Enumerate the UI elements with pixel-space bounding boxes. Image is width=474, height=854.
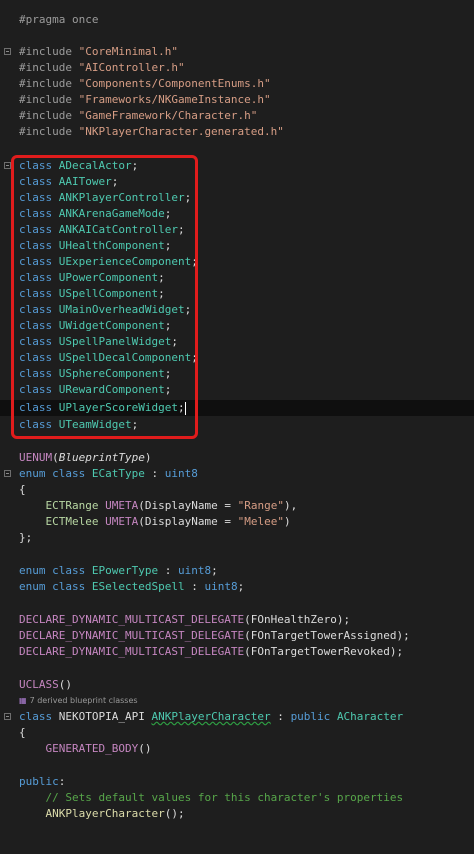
code-line[interactable]: }; <box>0 530 474 546</box>
code-line[interactable]: GENERATED_BODY() <box>0 741 474 757</box>
code-line[interactable]: // Sets default values for this characte… <box>0 790 474 806</box>
code-line[interactable]: ECTRange UMETA(DisplayName = "Range"), <box>0 498 474 514</box>
display-name-value: "Range" <box>237 499 284 512</box>
display-name-key: DisplayName <box>144 515 218 528</box>
blueprint-type-specifier: BlueprintType <box>58 451 145 464</box>
uclass-macro: UCLASS <box>19 678 59 691</box>
delegate-macro: DECLARE_DYNAMIC_MULTICAST_DELEGATE <box>19 645 245 658</box>
delegate-name: FOnHealthZero <box>250 613 337 626</box>
umeta-macro: UMETA <box>105 515 139 528</box>
blueprint-icon: ▦ <box>19 696 27 705</box>
api-macro: NEKOTOPIA_API <box>58 710 145 723</box>
open-brace: { <box>19 726 26 739</box>
constructor-name: ANKPlayerCharacter <box>45 807 165 820</box>
class-keyword: class <box>52 564 86 577</box>
include-path: "Components/ComponentEnums.h" <box>78 77 271 90</box>
enum-keyword: enum <box>19 580 46 593</box>
class-name: ANKPlayerCharacter <box>151 710 271 723</box>
close-brace: }; <box>19 531 33 544</box>
enum-name: ECatType <box>91 467 145 480</box>
code-line[interactable]: #include "Frameworks/NKGameInstance.h" <box>0 92 474 108</box>
enum-value: ECTMelee <box>45 515 99 528</box>
fold-toggle-icon[interactable] <box>4 470 11 477</box>
display-name-key: DisplayName <box>144 499 218 512</box>
code-line[interactable]: DECLARE_DYNAMIC_MULTICAST_DELEGATE(FOnTa… <box>0 628 474 644</box>
uint8-type: uint8 <box>177 564 212 577</box>
uint8-type: uint8 <box>204 580 238 593</box>
uint8-type: uint8 <box>164 467 198 480</box>
fold-toggle-icon[interactable] <box>4 48 11 55</box>
class-keyword: class <box>19 710 53 723</box>
code-line[interactable]: #include "NKPlayerCharacter.generated.h" <box>0 124 474 140</box>
code-line[interactable]: enum class EPowerType : uint8; <box>0 563 474 579</box>
include-path: "NKPlayerCharacter.generated.h" <box>78 125 284 138</box>
include-directive: #include <box>19 61 72 74</box>
include-directive: #include <box>19 77 72 90</box>
code-line[interactable]: enum class ECatType : uint8 <box>0 466 474 482</box>
include-path: "GameFramework/Character.h" <box>78 109 258 122</box>
public-keyword: public <box>290 710 331 723</box>
code-line[interactable]: class NEKOTOPIA_API ANKPlayerCharacter :… <box>0 709 474 725</box>
code-line[interactable]: DECLARE_DYNAMIC_MULTICAST_DELEGATE(FOnHe… <box>0 612 474 628</box>
umeta-macro: UMETA <box>105 499 139 512</box>
include-path: "Frameworks/NKGameInstance.h" <box>78 93 271 106</box>
enum-name: EPowerType <box>91 564 159 577</box>
public-access-label: public <box>19 775 59 788</box>
include-directive: #include <box>19 93 72 106</box>
uenum-macro: UENUM <box>19 451 53 464</box>
class-keyword: class <box>52 467 86 480</box>
include-directive: #include <box>19 45 72 58</box>
open-brace: { <box>19 483 26 496</box>
code-line[interactable]: { <box>0 482 474 498</box>
codelens-label: 7 derived blueprint classes <box>29 696 138 705</box>
code-line[interactable]: UCLASS() <box>0 677 474 693</box>
delegate-name: FOnTargetTowerAssigned <box>250 629 397 642</box>
code-line[interactable]: ANKPlayerCharacter(); <box>0 806 474 822</box>
annotation-highlight-box <box>11 155 198 439</box>
code-line[interactable]: { <box>0 725 474 741</box>
delegate-name: FOnTargetTowerRevoked <box>250 645 390 658</box>
include-path: "CoreMinimal.h" <box>78 45 178 58</box>
code-line[interactable]: #include "Components/ComponentEnums.h" <box>0 76 474 92</box>
code-line[interactable]: #include "CoreMinimal.h" <box>0 44 474 60</box>
code-line[interactable]: enum class ESelectedSpell : uint8; <box>0 579 474 595</box>
display-name-value: "Melee" <box>237 515 284 528</box>
include-path: "AIController.h" <box>78 61 185 74</box>
pragma-directive: #pragma once <box>19 13 99 26</box>
code-line[interactable]: #include "AIController.h" <box>0 60 474 76</box>
base-class: ACharacter <box>336 710 404 723</box>
code-line[interactable]: UENUM(BlueprintType) <box>0 450 474 466</box>
code-line[interactable]: #pragma once <box>0 12 474 28</box>
code-comment: // Sets default values for this characte… <box>45 791 404 804</box>
include-directive: #include <box>19 125 72 138</box>
fold-toggle-icon[interactable] <box>4 713 11 720</box>
delegate-macro: DECLARE_DYNAMIC_MULTICAST_DELEGATE <box>19 629 245 642</box>
code-line[interactable]: #include "GameFramework/Character.h" <box>0 108 474 124</box>
code-line[interactable]: DECLARE_DYNAMIC_MULTICAST_DELEGATE(FOnTa… <box>0 644 474 660</box>
class-keyword: class <box>52 580 86 593</box>
code-line[interactable]: ECTMelee UMETA(DisplayName = "Melee") <box>0 514 474 530</box>
enum-name: ESelectedSpell <box>91 580 185 593</box>
code-line[interactable]: public: <box>0 774 474 790</box>
code-editor[interactable]: #pragma once #include "CoreMinimal.h" #i… <box>0 0 474 832</box>
enum-value: ECTRange <box>45 499 99 512</box>
generated-body-macro: GENERATED_BODY <box>45 742 139 755</box>
codelens-derived-blueprints[interactable]: ▦ 7 derived blueprint classes <box>19 695 138 707</box>
enum-keyword: enum <box>19 564 46 577</box>
fold-toggle-icon[interactable] <box>4 162 11 169</box>
include-directive: #include <box>19 109 72 122</box>
enum-keyword: enum <box>19 467 46 480</box>
delegate-macro: DECLARE_DYNAMIC_MULTICAST_DELEGATE <box>19 613 245 626</box>
